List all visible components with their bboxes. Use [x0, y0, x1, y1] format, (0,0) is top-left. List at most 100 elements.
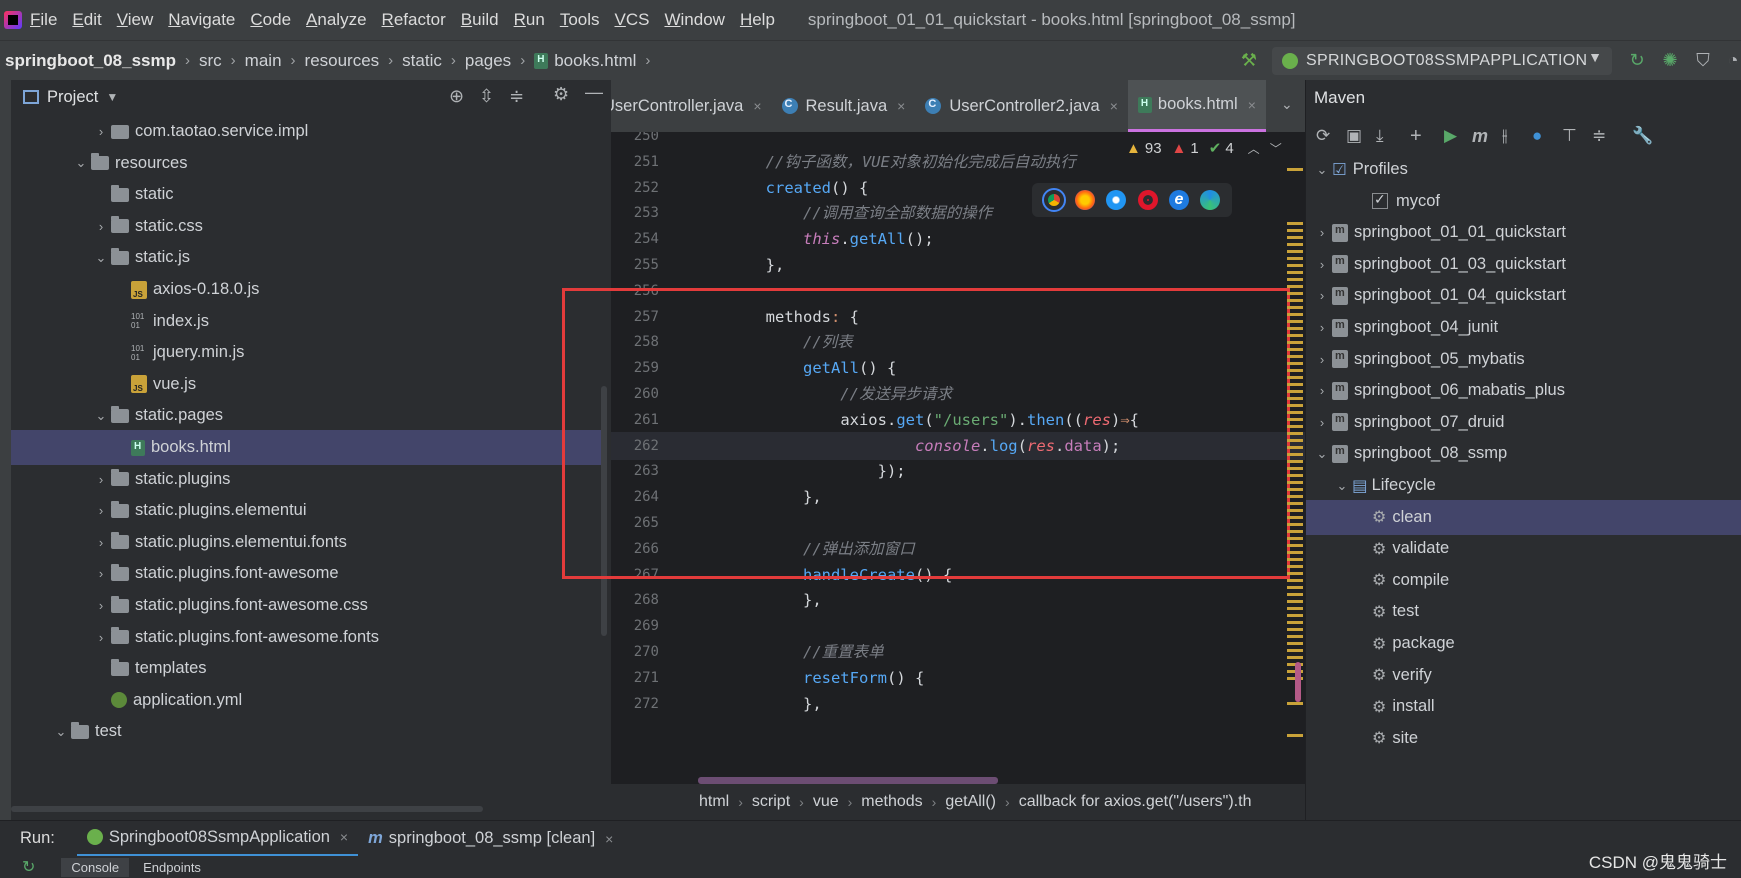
project-tree-item[interactable]: › com.taotao.service.impl [11, 114, 607, 149]
project-tree-item[interactable]: › static.plugins.elementui.fonts [11, 525, 607, 560]
close-icon[interactable]: × [1110, 98, 1118, 114]
chevron-right-icon[interactable]: › [1312, 288, 1332, 303]
code-line[interactable]: //重置表单 [691, 638, 884, 666]
project-h-scrollbar[interactable] [11, 806, 483, 812]
inspection-widget[interactable]: ▲ 93 ▲ 1 ✔ 4 ︿ ﹀ [1126, 135, 1292, 161]
maven-tree-item[interactable]: ⚙ install [1306, 689, 1741, 724]
add-icon[interactable]: + [1410, 125, 1432, 148]
project-tree-item[interactable]: › static.plugins [11, 462, 607, 497]
chevron-right-icon[interactable]: › [91, 472, 111, 487]
maven-tree-item[interactable]: ⚙ compile [1306, 563, 1741, 598]
expand-all-icon[interactable]: ⇳ [479, 86, 494, 107]
menu-run[interactable]: Run [514, 10, 545, 30]
project-tree-item[interactable]: › static.plugins.elementui [11, 493, 607, 528]
show-dependencies-icon[interactable]: ⊤ [1562, 126, 1584, 146]
project-tree-item[interactable]: vue.js [11, 367, 607, 402]
chevron-down-icon[interactable]: ▼ [106, 90, 118, 104]
maven-tree-item[interactable]: ⚙ verify [1306, 658, 1741, 693]
code-line[interactable]: resetForm() { [691, 664, 924, 692]
chevron-down-icon[interactable]: ⌄ [71, 155, 91, 171]
menu-help[interactable]: Help [740, 10, 775, 30]
code-line[interactable]: //调用查询全部数据的操作 [691, 199, 992, 227]
console-tab[interactable]: Console [61, 857, 130, 877]
project-tree-item[interactable]: › static.plugins.font-awesome [11, 556, 607, 591]
maven-tree-item[interactable]: › springboot_04_junit [1306, 310, 1741, 345]
chevron-right-icon[interactable]: › [1312, 320, 1332, 335]
run-icon[interactable]: ▶ [1444, 126, 1466, 146]
code-line[interactable]: }, [691, 251, 785, 279]
safari-icon[interactable] [1106, 190, 1127, 210]
menu-file[interactable]: File [30, 10, 57, 30]
menu-vcs[interactable]: VCS [615, 10, 650, 30]
maven-tree-item[interactable]: ⌄ ▤ Lifecycle [1306, 468, 1741, 503]
maven-tree-item[interactable]: ⚙ package [1306, 626, 1741, 661]
maven-goal-icon[interactable]: m [1472, 126, 1494, 147]
editor-tab[interactable]: UserController2.java × [915, 80, 1128, 132]
ie-icon[interactable]: e [1168, 190, 1189, 210]
breadcrumb-item[interactable]: springboot_08_ssmp [5, 51, 176, 71]
maven-tree-item[interactable]: › springboot_07_druid [1306, 405, 1741, 440]
project-tree-item[interactable]: ⌄ static.js [11, 240, 607, 275]
menu-code[interactable]: Code [250, 10, 291, 30]
maven-tree-item[interactable]: ⚙ test [1306, 594, 1741, 629]
maven-tree-item[interactable]: › springboot_01_04_quickstart [1306, 278, 1741, 313]
chevron-right-icon[interactable]: › [91, 219, 111, 234]
next-problem-icon[interactable]: ﹀ [1270, 140, 1282, 157]
build-hammer-icon[interactable]: ⚒ [1238, 49, 1260, 71]
editor-tab[interactable]: Result.java × [772, 80, 916, 132]
project-tree-item[interactable]: templates [11, 651, 607, 686]
editor-tab[interactable]: books.html × [1127, 80, 1266, 132]
breadcrumb-item[interactable]: resources [305, 51, 380, 71]
menu-tools[interactable]: Tools [560, 10, 600, 30]
coverage-shield-icon[interactable]: ⛉ [1692, 49, 1714, 71]
project-tree-item[interactable]: application.yml [11, 683, 607, 718]
collapse-icon[interactable]: ≑ [1592, 126, 1614, 146]
maven-tree-item[interactable]: ⚙ clean [1306, 499, 1741, 535]
menu-edit[interactable]: Edit [72, 10, 101, 30]
code-crumb-item[interactable]: getAll() [945, 793, 996, 811]
close-icon[interactable]: × [340, 829, 348, 845]
chevron-down-icon[interactable]: ⌄ [91, 250, 111, 266]
chevron-right-icon[interactable]: › [1312, 352, 1332, 367]
chevron-right-icon[interactable]: › [1312, 225, 1332, 240]
breadcrumb-item[interactable]: static [402, 51, 442, 71]
menu-refactor[interactable]: Refactor [382, 10, 446, 30]
code-line[interactable]: this.getAll(); [691, 225, 934, 253]
code-crumb-item[interactable]: vue [813, 793, 839, 811]
chevron-down-icon[interactable]: ⌄ [1312, 162, 1332, 178]
menu-window[interactable]: Window [664, 10, 724, 30]
breadcrumb-item[interactable]: pages [465, 51, 511, 71]
maven-tree-item[interactable]: › springboot_01_01_quickstart [1306, 215, 1741, 250]
chevron-right-icon[interactable]: › [91, 535, 111, 550]
rerun-icon[interactable]: ↻ [1626, 49, 1648, 71]
gear-icon[interactable]: ⚙ [553, 84, 569, 105]
editor-h-scrollbar[interactable] [698, 777, 998, 784]
run-config-select[interactable]: SPRINGBOOT08SSMPAPPLICATION ▼ [1272, 47, 1612, 75]
edge-icon[interactable] [1200, 190, 1221, 210]
project-tree-item[interactable]: ⌄ resources [11, 146, 607, 181]
chevron-right-icon[interactable]: › [91, 124, 111, 139]
debug-bug-icon[interactable]: ✺ [1659, 49, 1681, 71]
project-tree-item[interactable]: › static.plugins.font-awesome.css [11, 588, 607, 623]
firefox-icon[interactable] [1074, 190, 1095, 210]
breadcrumb-item[interactable]: books.html [534, 51, 636, 71]
profiler-icon[interactable]: ◔ [1722, 49, 1741, 71]
run-tab[interactable]: m springboot_08_ssmp [clean] × [358, 821, 623, 857]
project-tree-item[interactable]: static [11, 177, 607, 212]
breadcrumb-item[interactable]: src [199, 51, 222, 71]
project-tree-item[interactable]: 101 01 jquery.min.js [11, 335, 607, 370]
project-tree-item[interactable]: 101 01 index.js [11, 304, 607, 339]
code-line[interactable]: }, [691, 586, 822, 614]
project-tree-item[interactable]: ⌄ test [11, 714, 607, 749]
add-folder-icon[interactable]: ▣ [1346, 126, 1368, 146]
download-icon[interactable]: ⤓ [1376, 126, 1398, 146]
breadcrumb-item[interactable]: main [245, 51, 282, 71]
maven-tree-item[interactable]: ⌄ ☑ Profiles [1306, 152, 1741, 187]
maven-tree-item[interactable]: mycof [1306, 184, 1741, 219]
rerun-icon[interactable]: ↻ [22, 857, 35, 877]
code-crumb-item[interactable]: callback for axios.get("/users").th [1019, 793, 1252, 811]
chevron-down-icon[interactable]: ⌄ [1312, 446, 1332, 462]
skip-tests-icon[interactable]: ● [1532, 126, 1554, 146]
toggle-offline-icon[interactable]: ⫲ [1502, 126, 1524, 146]
maven-tree-item[interactable]: › springboot_01_03_quickstart [1306, 247, 1741, 282]
